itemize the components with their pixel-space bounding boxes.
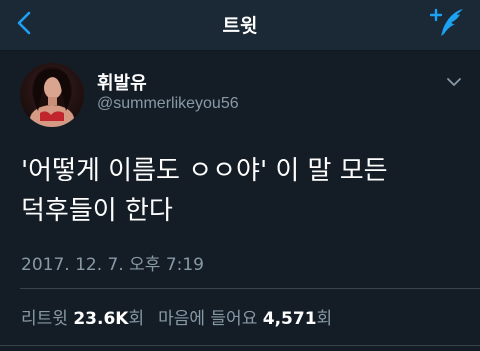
retweets-suffix: 회	[128, 309, 145, 329]
likes-count: 4,571	[262, 309, 317, 329]
retweets-count: 23.6K	[73, 309, 129, 329]
likes-stat[interactable]: 마음에 들어요 4,571회	[158, 309, 332, 329]
divider	[0, 345, 480, 346]
chevron-down-icon[interactable]	[446, 76, 462, 88]
likes-label: 마음에 들어요	[158, 309, 258, 329]
retweets-stat[interactable]: 리트윗 23.6K회	[21, 309, 144, 329]
avatar[interactable]	[20, 63, 84, 127]
avatar-photo	[20, 63, 84, 127]
retweets-label: 리트윗	[21, 309, 68, 329]
tweet-text: '어떻게 이름도 ㅇㅇ야' 이 말 모든 덕후들이 한다	[21, 156, 388, 226]
username[interactable]: @summerlikeyou56	[97, 95, 239, 113]
likes-suffix: 회	[316, 309, 333, 329]
compose-tweet-icon[interactable]	[430, 6, 466, 40]
tweet-timestamp: 2017. 12. 7. 오후 7:19	[21, 255, 204, 275]
divider	[20, 288, 480, 289]
tweet-stats: 리트윗 23.6K회 마음에 들어요 4,571회	[21, 304, 332, 329]
display-name[interactable]: 휘발유	[97, 69, 147, 95]
top-navigation-bar: 트윗	[0, 0, 480, 51]
page-title: 트윗	[222, 15, 258, 37]
